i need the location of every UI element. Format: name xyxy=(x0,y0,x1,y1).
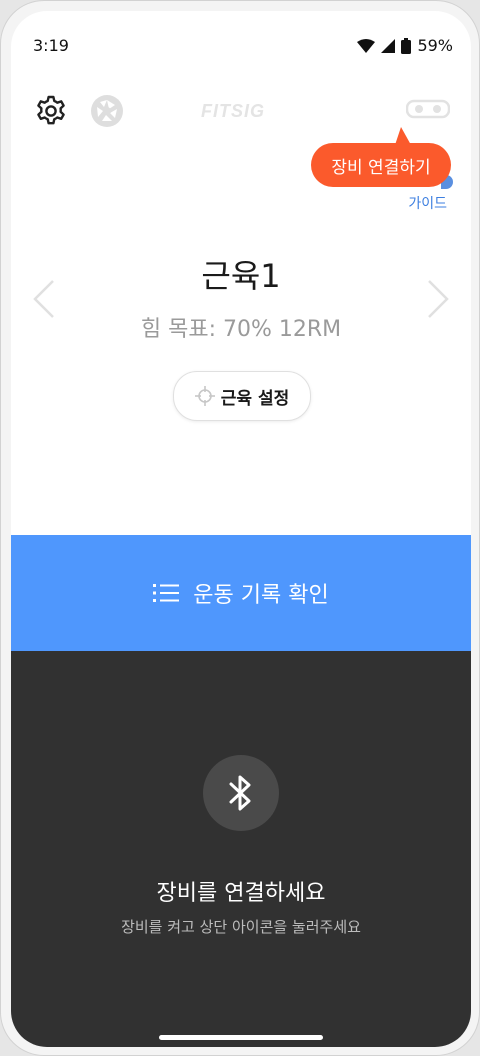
crosshair-icon xyxy=(194,386,215,406)
workout-records-button[interactable]: 운동 기록 확인 xyxy=(11,535,471,651)
battery-percent: 59% xyxy=(417,36,453,55)
home-indicator[interactable] xyxy=(159,1035,323,1040)
settings-button[interactable] xyxy=(31,91,71,131)
camera-button[interactable] xyxy=(87,91,127,131)
app-logo: FITSIG xyxy=(201,101,265,121)
device-link-icon xyxy=(406,99,450,119)
muscle-title: 근육1 xyxy=(201,257,281,295)
device-connect-button[interactable] xyxy=(405,95,451,123)
guide-link[interactable]: 가이드 xyxy=(408,193,447,213)
connect-subtitle: 장비를 켜고 상단 아이콘을 눌러주세요 xyxy=(121,918,361,936)
gear-icon xyxy=(37,95,65,125)
wifi-icon xyxy=(357,38,376,53)
connect-panel: 장비를 연결하세요 장비를 켜고 상단 아이콘을 눌러주세요 xyxy=(11,651,471,1047)
bluetooth-badge xyxy=(203,755,279,831)
signal-icon xyxy=(381,38,396,53)
muscle-setting-button[interactable]: 근육 설정 xyxy=(173,371,311,421)
app-screen: 3:19 59% FITSIG 장비 연결하기 가이드 근육1 힘 목표: 70… xyxy=(11,11,471,1047)
list-icon xyxy=(153,584,180,602)
connect-title: 장비를 연결하세요 xyxy=(156,881,326,906)
camera-shutter-icon xyxy=(91,95,123,127)
phone-frame: 3:19 59% FITSIG 장비 연결하기 가이드 근육1 힘 목표: 70… xyxy=(0,0,480,1056)
chevron-right-icon[interactable] xyxy=(423,277,453,321)
connect-device-tooltip[interactable]: 장비 연결하기 xyxy=(311,143,451,187)
workout-records-label: 운동 기록 확인 xyxy=(193,583,329,608)
strength-goal: 힘 목표: 70% 12RM xyxy=(140,317,342,342)
bluetooth-icon xyxy=(229,775,251,811)
status-indicators: 59% xyxy=(357,36,453,55)
status-time: 3:19 xyxy=(33,36,69,55)
muscle-setting-label: 근육 설정 xyxy=(220,388,290,409)
battery-icon xyxy=(401,37,412,54)
status-bar: 3:19 59% xyxy=(11,11,471,81)
